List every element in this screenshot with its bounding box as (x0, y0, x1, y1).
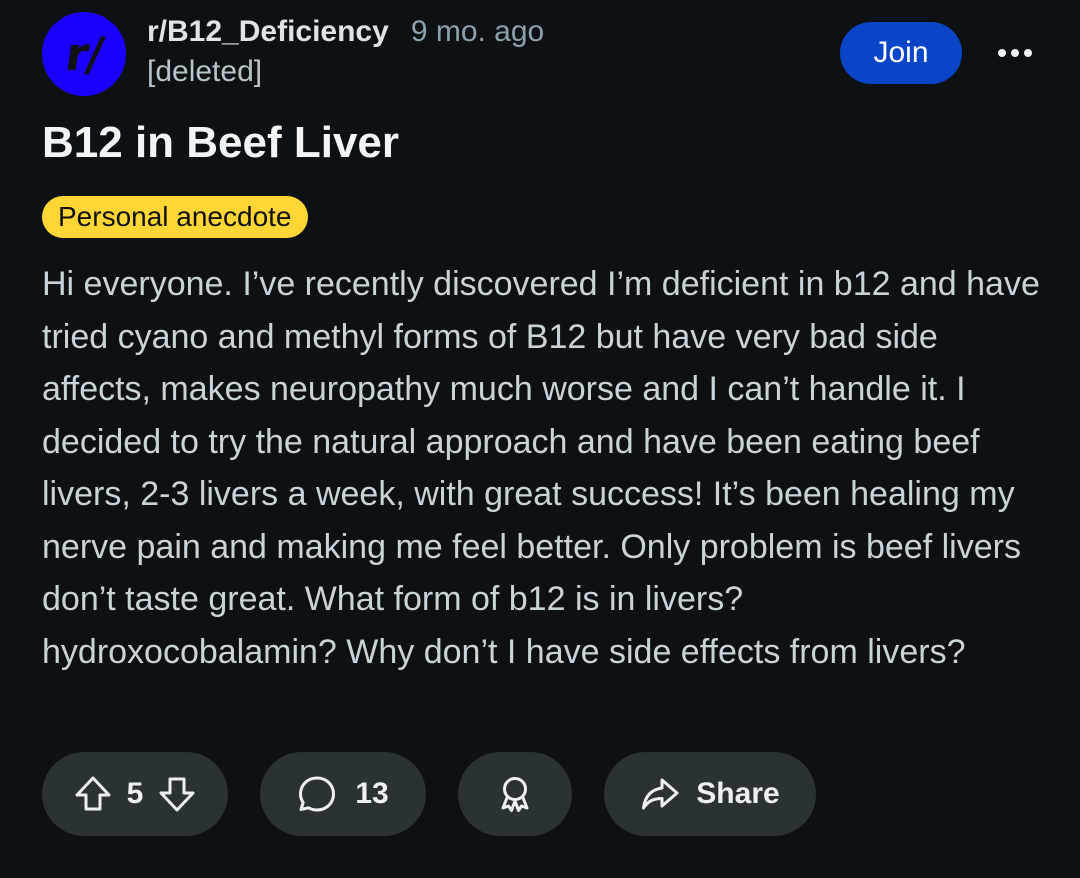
post-time: 9 mo. ago (410, 15, 545, 48)
comment-count: 13 (355, 777, 389, 810)
upvote-arrow-icon[interactable] (73, 774, 113, 814)
avatar-text: r/ (62, 27, 106, 81)
comments-button[interactable]: 13 (260, 752, 426, 836)
share-label: Share (696, 777, 780, 810)
vote-count: 5 (126, 777, 144, 810)
more-options-icon[interactable] (990, 36, 1040, 70)
post-title: B12 in Beef Liver (42, 118, 400, 167)
award-button[interactable] (458, 752, 572, 836)
comment-bubble-icon (297, 774, 337, 814)
subreddit-avatar[interactable]: r/ (42, 12, 126, 96)
award-ribbon-icon (495, 774, 535, 814)
post-flair[interactable]: Personal anecdote (42, 196, 308, 238)
post-body: Hi everyone. I’ve recently discovered I’… (42, 265, 1040, 671)
subreddit-name[interactable]: r/B12_Deficiency (147, 14, 389, 50)
more-dot (1024, 49, 1032, 57)
post-view: r/ r/B12_Deficiency 9 mo. ago [deleted] … (0, 0, 1080, 878)
post-author: [deleted] (147, 55, 263, 88)
more-dot (1011, 49, 1019, 57)
share-arrow-icon (640, 774, 680, 814)
vote-control: 5 (42, 752, 228, 836)
join-button[interactable]: Join (840, 22, 962, 84)
post-meta: r/B12_Deficiency 9 mo. ago [deleted] (147, 14, 544, 90)
more-dot (998, 49, 1006, 57)
share-button[interactable]: Share (604, 752, 816, 836)
post-action-bar: 5 13 Share (42, 752, 816, 836)
downvote-arrow-icon[interactable] (157, 774, 197, 814)
post-meta-row: r/B12_Deficiency 9 mo. ago (147, 14, 544, 50)
